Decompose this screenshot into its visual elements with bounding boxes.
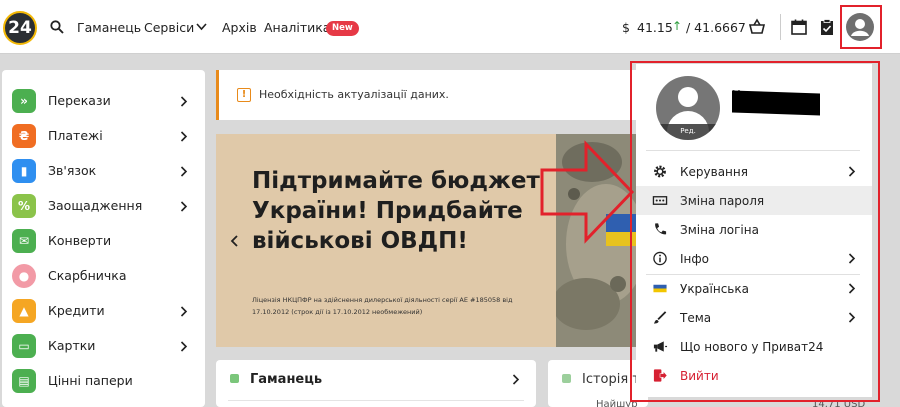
rate-sell: / 41.6667	[686, 20, 746, 35]
search-icon[interactable]	[50, 20, 64, 34]
envelope-icon: ✉	[12, 229, 36, 253]
sidebar-item-label: Скарбничка	[48, 268, 127, 283]
card-divider	[228, 400, 524, 401]
basket-icon[interactable]	[748, 18, 766, 36]
chevron-left-icon[interactable]	[230, 235, 239, 247]
sidebar-item-securities[interactable]: ▤ Цінні папери	[2, 360, 205, 395]
sidebar-item-envelopes[interactable]: ✉ Конверти	[2, 220, 205, 255]
highlight-frame-user-button	[840, 5, 882, 49]
wallet-card[interactable]: Гаманець	[216, 360, 536, 407]
sidebar-item-label: Перекази	[48, 93, 111, 108]
sidebar-item-mobile[interactable]: ▮ Зв'язок	[2, 150, 205, 185]
banner-license-note: Ліцензія НКЦПФР на здійснення дилерської…	[252, 296, 513, 316]
sidebar-item-label: Заощадження	[48, 198, 143, 213]
new-badge: New	[326, 21, 359, 36]
credits-icon: ▲	[12, 299, 36, 323]
privat24-logo[interactable]: 24	[3, 11, 37, 45]
banner-title: Підтримайте бюджет України! Придбайте ві…	[252, 168, 540, 254]
data-update-alert[interactable]: ! Необхідність актуалізації даних.	[216, 70, 636, 120]
piggy-bank-icon: ●	[12, 264, 36, 288]
sidebar-item-label: Картки	[48, 338, 96, 353]
sidebar-item-label: Кредити	[48, 303, 105, 318]
sidebar-item-savings[interactable]: % Заощадження	[2, 185, 205, 220]
sidebar-item-piggy-bank[interactable]: ● Скарбничка	[2, 255, 205, 290]
savings-icon: %	[12, 194, 36, 218]
annotation-arrow-icon	[540, 140, 635, 244]
warning-icon: !	[237, 88, 251, 102]
nav-analytics[interactable]: Аналітика	[264, 20, 330, 35]
sidebar-item-label: Цінні папери	[48, 373, 133, 388]
sidebar-item-credits[interactable]: ▲ Кредити	[2, 290, 205, 325]
sidebar: » Перекази ₴ Платежі ▮ Зв'язок % Заощадж…	[2, 70, 205, 407]
sidebar-item-transfers[interactable]: » Перекази	[2, 80, 205, 115]
cards-icon: ▭	[12, 334, 36, 358]
history-icon	[562, 374, 571, 383]
clipboard-check-icon[interactable]	[818, 18, 836, 36]
rate-currency: $	[622, 20, 630, 35]
transfers-icon: »	[12, 89, 36, 113]
mobile-icon: ▮	[12, 159, 36, 183]
chevron-right-icon	[180, 341, 188, 352]
chevron-right-icon	[180, 306, 188, 317]
chevron-right-icon	[180, 166, 188, 177]
alert-text: Необхідність актуалізації даних.	[259, 88, 449, 101]
chevron-right-icon	[180, 131, 188, 142]
securities-icon: ▤	[12, 369, 36, 393]
toolbar-divider	[780, 14, 781, 40]
highlight-frame-user-menu	[630, 61, 880, 402]
sidebar-item-label: Зв'язок	[48, 163, 97, 178]
sidebar-item-label: Платежі	[48, 128, 103, 143]
sidebar-item-payments[interactable]: ₴ Платежі	[2, 115, 205, 150]
card-title: Гаманець	[250, 372, 323, 387]
sidebar-item-label: Конверти	[48, 233, 112, 248]
nav-wallet[interactable]: Гаманець	[77, 20, 141, 35]
chevron-right-icon	[512, 374, 520, 385]
nav-archive[interactable]: Архів	[222, 20, 257, 35]
top-bar: 24 Гаманець Сервіси Архів Аналітика New …	[0, 0, 900, 54]
wallet-icon	[230, 374, 239, 383]
rate-up-arrow-icon: ↑	[672, 19, 683, 33]
sidebar-item-cards[interactable]: ▭ Картки	[2, 325, 205, 360]
chevron-down-icon[interactable]	[196, 22, 207, 32]
calendar-icon[interactable]	[790, 18, 808, 36]
nav-services[interactable]: Сервіси	[144, 20, 194, 35]
payments-icon: ₴	[12, 124, 36, 148]
chevron-right-icon	[180, 201, 188, 212]
rate-buy: 41.15	[637, 20, 673, 35]
chevron-right-icon	[180, 96, 188, 107]
